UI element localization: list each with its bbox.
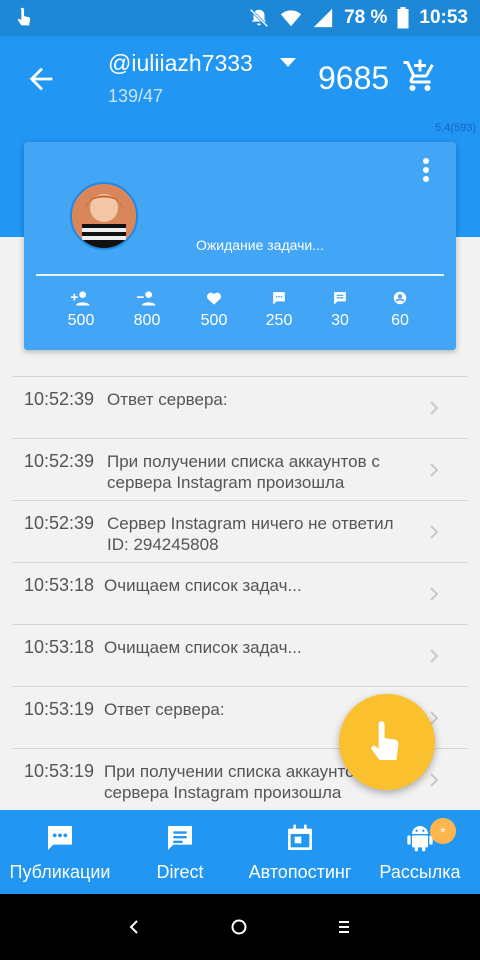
chevron-right-icon bbox=[430, 587, 439, 601]
battery-percent: 78 % bbox=[344, 7, 388, 28]
stat-follow[interactable]: 500 bbox=[51, 290, 111, 330]
add-to-cart-icon[interactable] bbox=[402, 58, 438, 94]
system-menu-icon[interactable] bbox=[331, 914, 357, 940]
status-bar: 78 % 10:53 bbox=[0, 0, 480, 36]
account-card: Ожидание задачи... 500 800 500 250 30 60 bbox=[24, 142, 456, 350]
clock: 10:53 bbox=[419, 7, 468, 28]
chevron-right-icon bbox=[430, 773, 439, 787]
chevron-right-icon bbox=[430, 463, 439, 477]
publications-icon bbox=[48, 826, 72, 850]
tab-autoposting[interactable]: Автопостинг bbox=[244, 810, 356, 894]
signal-icon bbox=[313, 8, 333, 28]
touch-hand-icon bbox=[370, 721, 399, 760]
account-counts: 139/47 bbox=[108, 86, 164, 106]
bottom-nav: Публикации Direct Автопостинг Рассылка bbox=[0, 810, 480, 894]
more-menu-icon[interactable] bbox=[420, 158, 432, 188]
message-icon bbox=[334, 292, 346, 305]
unfollow-icon bbox=[137, 291, 156, 306]
mailing-badge: * bbox=[430, 818, 456, 844]
follow-add-icon bbox=[71, 291, 90, 306]
system-back-icon[interactable] bbox=[121, 914, 147, 940]
comment-icon bbox=[273, 292, 285, 305]
log-row[interactable]: 10:53:18 Очищаем список задач... bbox=[12, 624, 468, 686]
start-task-button[interactable] bbox=[339, 694, 435, 790]
heart-icon bbox=[207, 292, 222, 305]
balance: 9685 bbox=[318, 60, 390, 96]
tab-direct[interactable]: Direct bbox=[130, 810, 230, 894]
log-row[interactable]: 10:52:39 Сервер Instagram ничего не отве… bbox=[12, 500, 468, 562]
stat-messages[interactable]: 30 bbox=[310, 290, 370, 330]
account-name[interactable]: @iuliiazh7333 bbox=[108, 50, 253, 77]
stat-accounts[interactable]: 60 bbox=[370, 290, 430, 330]
version-label: 5.4(593) bbox=[435, 122, 476, 134]
wifi-icon bbox=[280, 10, 302, 27]
chevron-right-icon bbox=[430, 525, 439, 539]
notifications-off-icon bbox=[249, 8, 269, 28]
stats-row: 500 800 500 250 30 60 bbox=[24, 290, 456, 340]
chevron-right-icon bbox=[430, 649, 439, 663]
log-row[interactable]: 10:52:39 Ответ сервера: bbox=[12, 376, 468, 438]
system-home-icon[interactable] bbox=[226, 914, 252, 940]
stat-unfollow[interactable]: 800 bbox=[117, 290, 177, 330]
avatar[interactable] bbox=[70, 182, 138, 250]
touch-icon bbox=[17, 7, 31, 26]
battery-icon bbox=[397, 7, 409, 29]
direct-icon bbox=[168, 826, 192, 850]
card-divider bbox=[36, 274, 444, 276]
stat-comments[interactable]: 250 bbox=[249, 290, 309, 330]
account-circle-icon bbox=[393, 291, 407, 305]
app-bar: @iuliiazh7333 139/47 9685 bbox=[0, 36, 480, 120]
system-nav-bar bbox=[0, 894, 480, 960]
chevron-right-icon bbox=[430, 401, 439, 415]
task-status: Ожидание задачи... bbox=[196, 237, 324, 253]
log-row[interactable]: 10:53:18 Очищаем список задач... bbox=[12, 562, 468, 624]
back-arrow-icon[interactable] bbox=[24, 62, 58, 96]
account-dropdown-icon[interactable] bbox=[280, 58, 296, 67]
stat-likes[interactable]: 500 bbox=[184, 290, 244, 330]
avatar-image bbox=[72, 184, 136, 248]
calendar-icon bbox=[288, 824, 312, 850]
log-row[interactable]: 10:52:39 При получении списка аккаунтов … bbox=[12, 438, 468, 500]
tab-publications[interactable]: Публикации bbox=[4, 810, 116, 894]
tab-mailing[interactable]: Рассылка bbox=[370, 810, 470, 894]
